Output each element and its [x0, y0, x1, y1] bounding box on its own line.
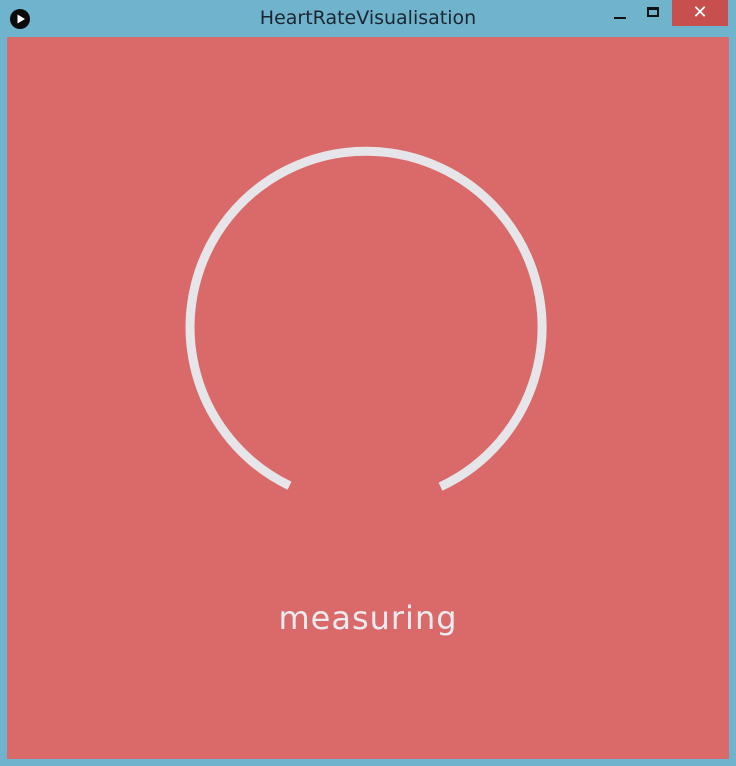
status-label: measuring — [278, 599, 458, 637]
heart-rate-ring — [185, 146, 547, 491]
minimize-icon — [614, 17, 626, 19]
close-button[interactable]: ✕ — [672, 0, 728, 26]
visualisation-canvas: measuring — [7, 37, 729, 759]
close-icon: ✕ — [692, 2, 708, 23]
maximize-button[interactable] — [640, 0, 668, 26]
app-window: HeartRateVisualisation ✕ measuring — [0, 0, 736, 766]
maximize-icon — [647, 7, 659, 17]
title-bar[interactable]: HeartRateVisualisation ✕ — [0, 0, 736, 37]
minimize-button[interactable] — [606, 0, 634, 26]
